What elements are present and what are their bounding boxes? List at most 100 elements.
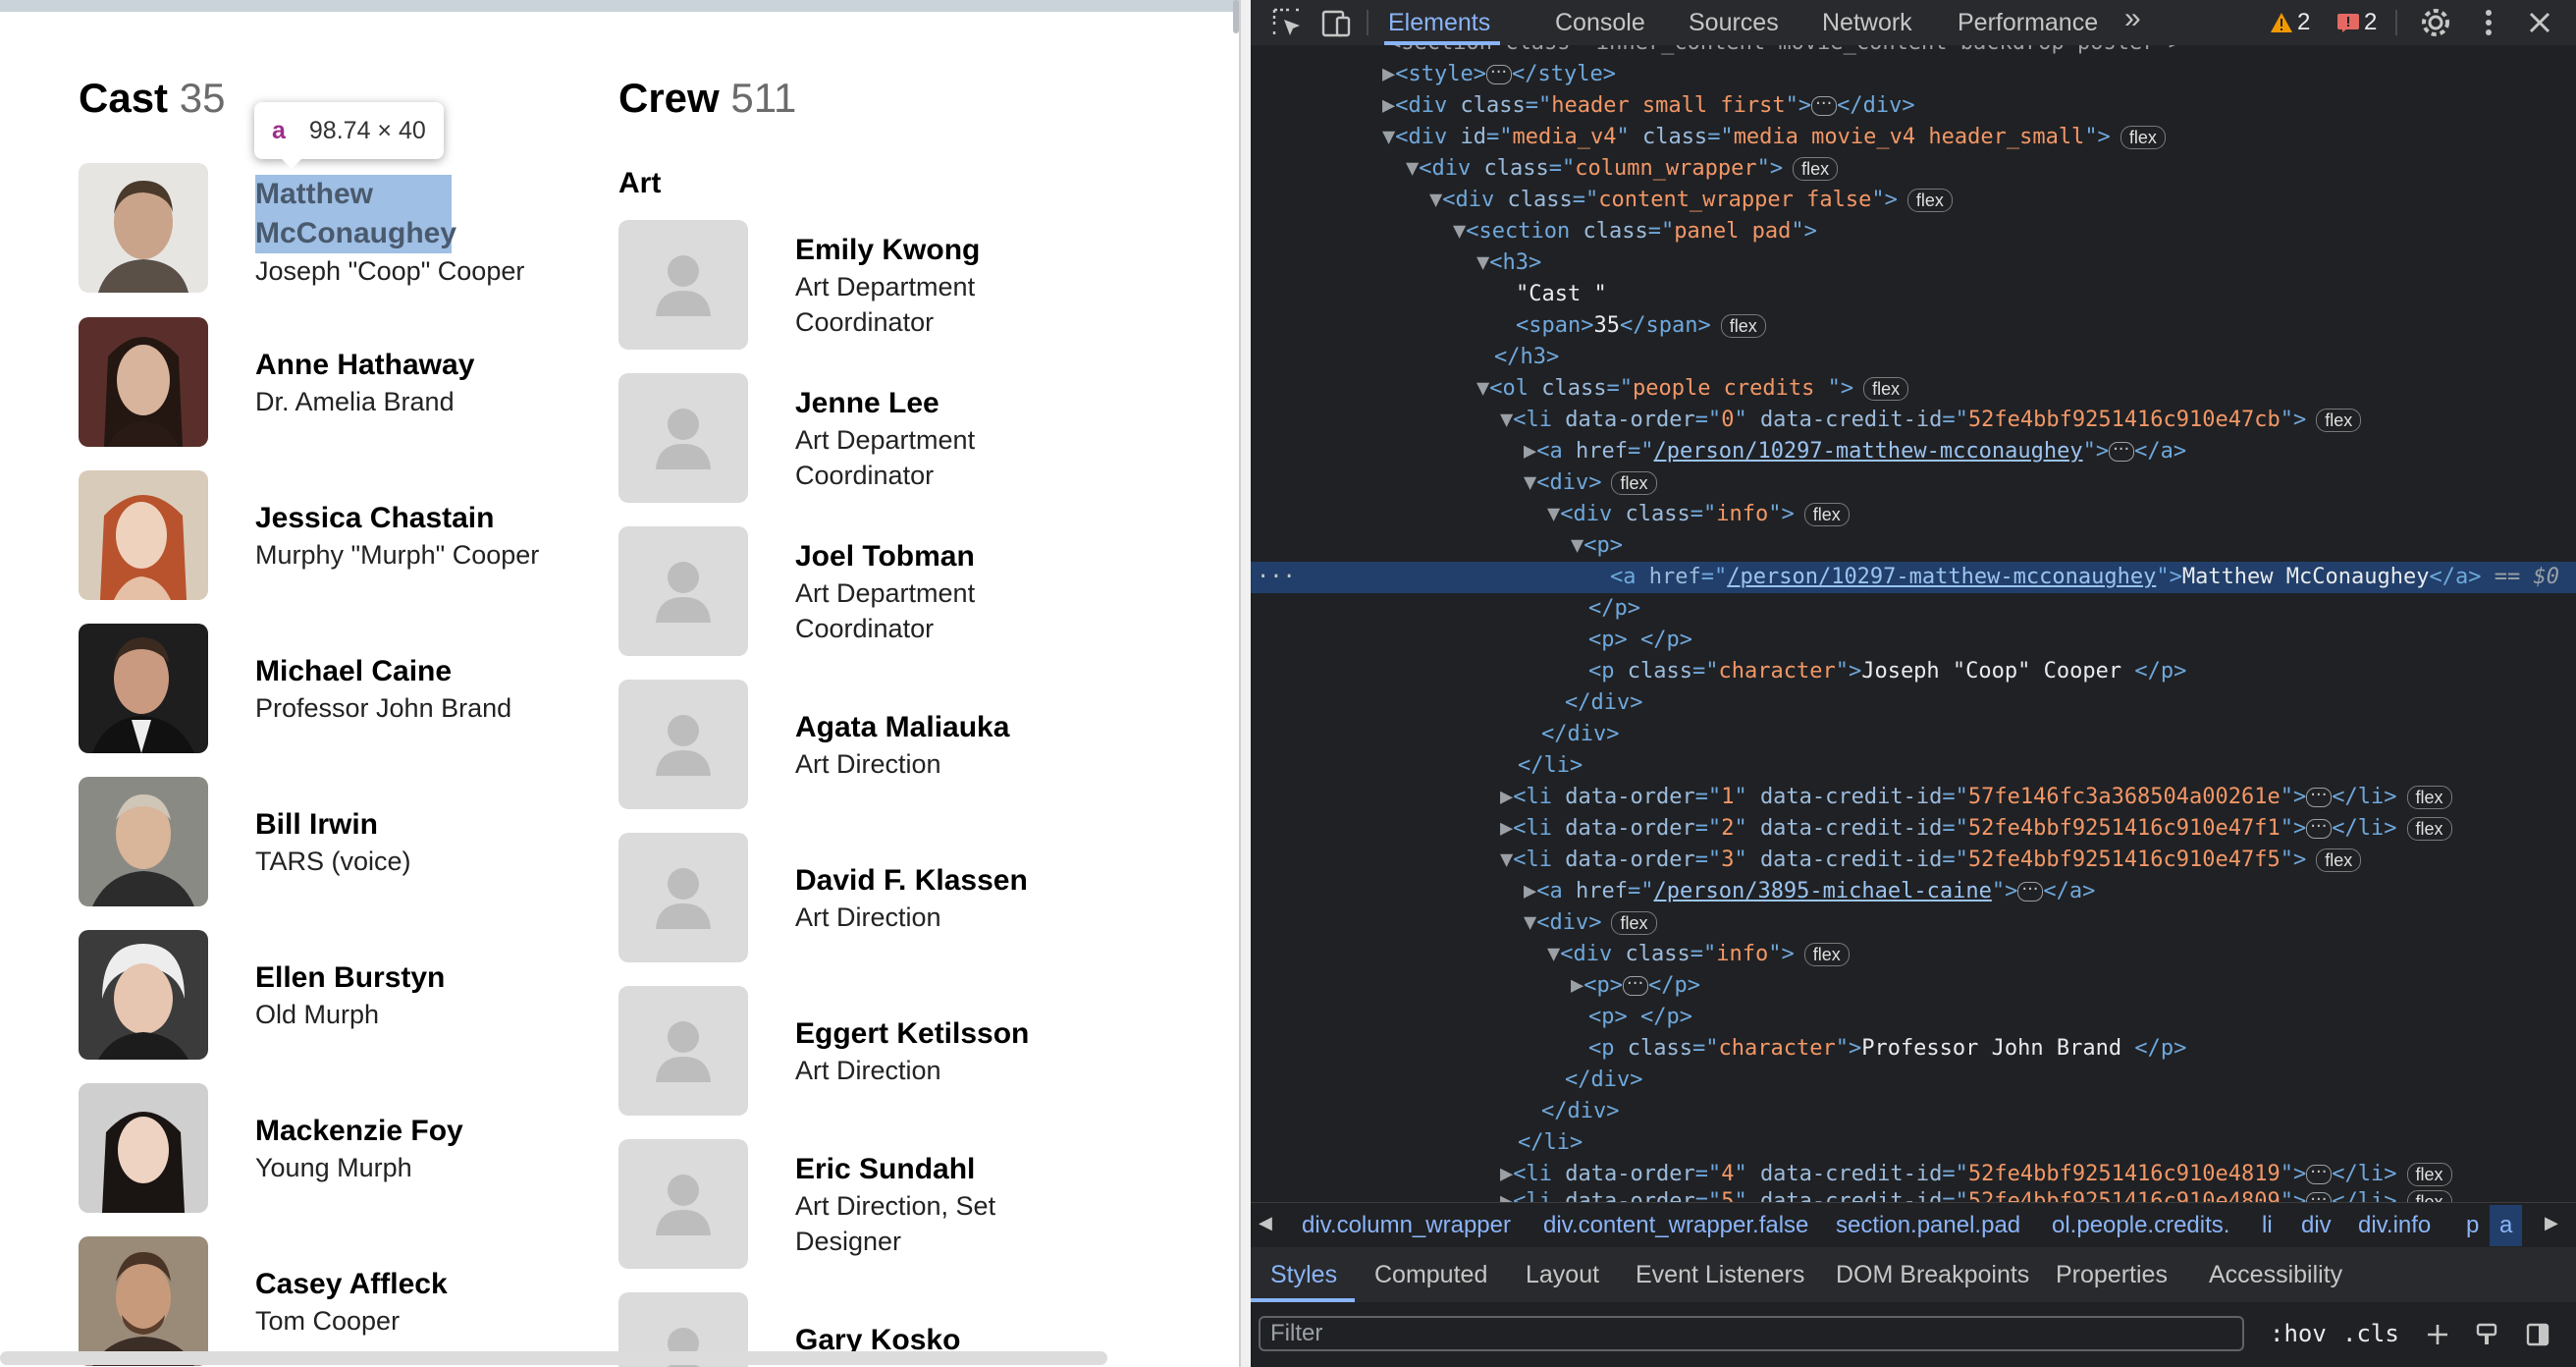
horizontal-scroll-top[interactable] <box>0 0 1239 12</box>
cast-name-6[interactable]: Ellen Burstyn <box>255 959 628 997</box>
breadcrumb-right-arrow-icon[interactable]: ▶ <box>2545 1213 2558 1233</box>
subtab-dom-breakpoints[interactable]: DOM Breakpoints <box>1836 1261 2029 1289</box>
crew-name-7[interactable]: Eric Sundahl <box>795 1151 1149 1188</box>
class-toggle[interactable]: .cls <box>2342 1320 2399 1347</box>
breadcrumb-item[interactable]: div.column_wrapper <box>1302 1211 1511 1240</box>
dom-line-20[interactable]: <p class="character">Joseph "Coop" Coope… <box>1588 656 2576 687</box>
close-icon[interactable] <box>2523 6 2556 39</box>
toggle-sidebar-icon[interactable] <box>2525 1322 2550 1347</box>
cast-name-8[interactable]: Casey Affleck <box>255 1266 628 1303</box>
crew-photo-placeholder-1[interactable] <box>618 220 748 350</box>
paint-brush-icon[interactable] <box>2474 1322 2499 1347</box>
cast-photo-3[interactable] <box>79 470 208 600</box>
tab-console[interactable]: Console <box>1555 8 1645 37</box>
dom-line-29[interactable]: ▼<div class="info"> flex <box>1547 939 2576 970</box>
warning-count[interactable]: 2 <box>2297 9 2310 36</box>
tab-performance[interactable]: Performance <box>1958 8 2098 37</box>
dom-line-23[interactable]: </li> <box>1518 750 2576 782</box>
cast-name-3[interactable]: Jessica Chastain <box>255 500 628 537</box>
dom-line-35[interactable]: </li> <box>1518 1127 2576 1159</box>
dom-line-30[interactable]: ▶<p></p> <box>1571 968 2576 1002</box>
dom-line-19[interactable]: <p> </p> <box>1588 625 2576 656</box>
dom-line-18[interactable]: </p> <box>1588 593 2576 625</box>
subtab-event-listeners[interactable]: Event Listeners <box>1636 1261 1804 1289</box>
add-rule-icon[interactable] <box>2425 1322 2450 1347</box>
cast-name-4[interactable]: Michael Caine <box>255 653 628 690</box>
dom-line-27[interactable]: ▶<a href="/person/3895-michael-caine"></… <box>1524 874 2576 907</box>
dom-line-15[interactable]: ▼<div class="info"> flex <box>1547 499 2576 530</box>
error-icon[interactable] <box>2336 13 2360 32</box>
dom-line-3[interactable]: ▼<div id="media_v4" class="media movie_v… <box>1382 122 2576 153</box>
breadcrumb-item[interactable]: ol.people.credits. <box>2052 1211 2229 1240</box>
dom-line-14[interactable]: ▼<div> flex <box>1524 467 2576 499</box>
dom-line-33[interactable]: </div> <box>1565 1065 2576 1096</box>
cast-photo-2[interactable] <box>79 317 208 447</box>
dom-line-32[interactable]: <p class="character">Professor John Bran… <box>1588 1033 2576 1065</box>
breadcrumb-item[interactable]: section.panel.pad <box>1836 1211 2020 1240</box>
crew-photo-placeholder-7[interactable] <box>618 1139 748 1269</box>
styles-filter-input[interactable] <box>1259 1316 2244 1351</box>
settings-gear-icon[interactable] <box>2419 6 2452 39</box>
crew-photo-placeholder-5[interactable] <box>618 833 748 962</box>
subtab-layout[interactable]: Layout <box>1526 1261 1599 1289</box>
tab-elements[interactable]: Elements <box>1388 8 1490 37</box>
crew-photo-placeholder-4[interactable] <box>618 680 748 809</box>
dom-line-22[interactable]: </div> <box>1541 719 2576 750</box>
cast-photo-1[interactable] <box>79 163 208 293</box>
horizontal-scrollbar[interactable] <box>0 1351 1107 1365</box>
cast-name-1[interactable]: Matthew McConaughey <box>255 175 456 253</box>
crew-photo-placeholder-3[interactable] <box>618 526 748 656</box>
crew-photo-placeholder-6[interactable] <box>618 986 748 1116</box>
dom-line-24[interactable]: ▶<li data-order="1" data-credit-id="57fe… <box>1500 780 2576 813</box>
dom-line-0[interactable]: <section class="inner_content movie_cont… <box>1388 45 2576 59</box>
crew-name-1[interactable]: Emily Kwong <box>795 232 1149 269</box>
dom-line-4[interactable]: ▼<div class="column_wrapper"> flex <box>1406 153 2576 185</box>
breadcrumb-item[interactable]: div.info <box>2358 1211 2431 1240</box>
crew-name-3[interactable]: Joel Tobman <box>795 538 1149 575</box>
subtab-styles[interactable]: Styles <box>1270 1261 1337 1289</box>
dom-line-5[interactable]: ▼<div class="content_wrapper false"> flex <box>1429 185 2576 216</box>
warning-icon[interactable] <box>2270 12 2293 33</box>
dom-line-31[interactable]: <p> </p> <box>1588 1002 2576 1033</box>
cast-photo-7[interactable] <box>79 1083 208 1213</box>
dom-line-26[interactable]: ▼<li data-order="3" data-credit-id="52fe… <box>1500 845 2576 876</box>
cast-photo-6[interactable] <box>79 930 208 1060</box>
more-options-icon[interactable] <box>2472 6 2505 39</box>
cast-name-7[interactable]: Mackenzie Foy <box>255 1113 628 1150</box>
dom-line-16[interactable]: ▼<p> <box>1571 530 2576 562</box>
breadcrumb-item[interactable]: div.content_wrapper.false <box>1543 1211 1808 1240</box>
subtab-computed[interactable]: Computed <box>1374 1261 1487 1289</box>
tab-network[interactable]: Network <box>1822 8 1912 37</box>
dom-line-25[interactable]: ▶<li data-order="2" data-credit-id="52fe… <box>1500 811 2576 845</box>
more-tabs-chevron-icon[interactable]: » <box>2124 4 2141 33</box>
dom-line-8[interactable]: "Cast " <box>1516 279 2576 310</box>
cast-photo-4[interactable] <box>79 624 208 753</box>
hover-state-toggle[interactable]: :hov <box>2270 1320 2327 1347</box>
cast-photo-5[interactable] <box>79 777 208 906</box>
dom-line-21[interactable]: </div> <box>1565 687 2576 719</box>
device-toolbar-icon[interactable] <box>1319 6 1353 39</box>
dom-line-9[interactable]: <span>35</span> flex <box>1516 310 2576 342</box>
breadcrumb-item[interactable]: li <box>2262 1211 2273 1240</box>
crew-name-4[interactable]: Agata Maliauka <box>795 709 1149 746</box>
error-count[interactable]: 2 <box>2364 9 2377 36</box>
dom-line-1[interactable]: ▶<style></style> <box>1382 57 2576 90</box>
crew-photo-placeholder-2[interactable] <box>618 373 748 503</box>
breadcrumb-left-arrow-icon[interactable]: ◀ <box>1259 1213 1272 1233</box>
dom-line-10[interactable]: </h3> <box>1494 342 2576 373</box>
cast-photo-8[interactable] <box>79 1236 208 1366</box>
dom-line-12[interactable]: ▼<li data-order="0" data-credit-id="52fe… <box>1500 405 2576 436</box>
breadcrumb-item[interactable]: p <box>2466 1211 2479 1240</box>
dom-line-13[interactable]: ▶<a href="/person/10297-matthew-mcconaug… <box>1524 434 2576 467</box>
cast-name-5[interactable]: Bill Irwin <box>255 806 628 844</box>
dom-line-28[interactable]: ▼<div> flex <box>1524 907 2576 939</box>
crew-name-5[interactable]: David F. Klassen <box>795 862 1149 900</box>
devtools-splitter[interactable] <box>1239 0 1251 1367</box>
inspect-element-icon[interactable] <box>1270 6 1304 39</box>
cast-name-2[interactable]: Anne Hathaway <box>255 347 628 384</box>
dom-line-2[interactable]: ▶<div class="header small first"></div> <box>1382 88 2576 122</box>
breadcrumb-item[interactable]: div <box>2301 1211 2332 1240</box>
subtab-accessibility[interactable]: Accessibility <box>2209 1261 2342 1289</box>
tab-sources[interactable]: Sources <box>1689 8 1779 37</box>
dom-line-selected[interactable]: ··· <a href="/person/10297-matthew-mccona… <box>1251 562 2576 593</box>
